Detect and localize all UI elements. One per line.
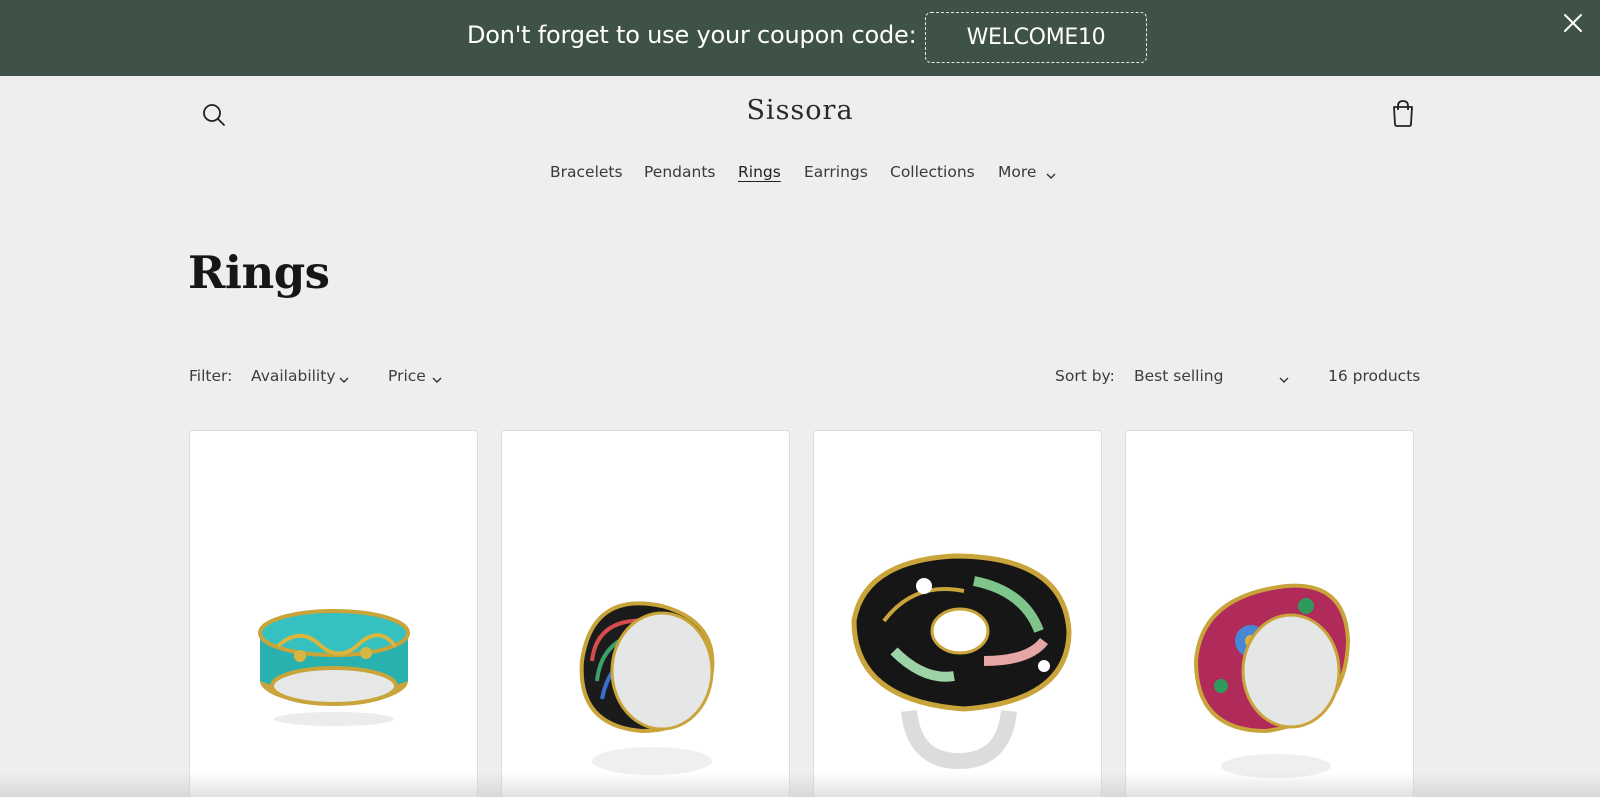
banner-message: Don't forget to use your coupon code: [467,21,917,49]
product-image [1193,583,1351,778]
product-card[interactable] [813,430,1102,797]
cart-icon[interactable] [1388,97,1418,129]
sort-label: Sort by: [1055,367,1115,385]
page-title: Rings [188,246,330,299]
sort-select[interactable]: Best selling [1134,367,1223,385]
product-image [851,553,1072,770]
product-card[interactable] [501,430,790,797]
chevron-down-icon [431,372,443,383]
coupon-code: WELCOME10 [966,25,1106,50]
nav-item-more[interactable]: More [998,163,1036,185]
filter-label: Filter: [189,367,233,385]
chevron-down-icon [338,372,350,383]
search-icon[interactable] [198,99,230,131]
filter-price[interactable]: Price [388,367,426,385]
product-image [258,609,410,726]
nav-item-collections[interactable]: Collections [890,163,975,185]
close-icon[interactable] [1560,10,1586,36]
product-image [579,601,715,775]
product-card[interactable] [1125,430,1414,797]
store-logo[interactable]: Sissora [700,95,900,126]
nav-item-bracelets[interactable]: Bracelets [550,163,623,185]
nav-item-pendants[interactable]: Pendants [644,163,715,185]
filter-availability[interactable]: Availability [251,367,336,385]
nav-item-rings[interactable]: Rings [738,163,781,185]
coupon-code-box[interactable]: WELCOME10 [925,12,1147,63]
chevron-down-icon [1045,168,1057,179]
product-card[interactable] [189,430,478,797]
announcement-banner: Don't forget to use your coupon code: WE… [0,0,1600,76]
chevron-down-icon [1278,372,1290,383]
nav-item-earrings[interactable]: Earrings [804,163,868,185]
product-count: 16 products [1328,367,1421,385]
